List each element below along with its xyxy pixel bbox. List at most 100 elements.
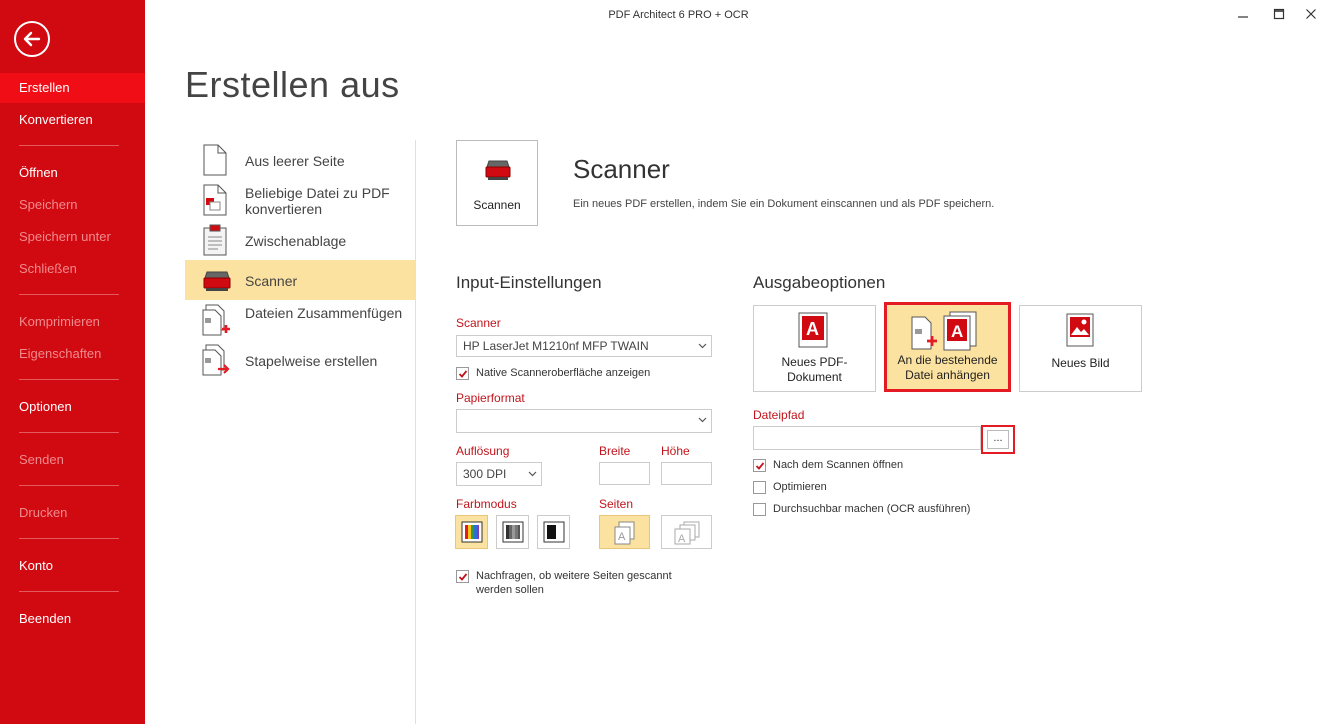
nav-divider — [19, 591, 119, 592]
sidebar: Erstellen Konvertieren Öffnen Speichern … — [0, 0, 145, 724]
blank-page-icon — [203, 144, 227, 176]
ocr-checkbox[interactable] — [753, 503, 766, 516]
minimize-icon — [1238, 16, 1248, 18]
pages-multi-button[interactable]: A — [661, 515, 712, 549]
chevron-down-icon — [528, 471, 537, 477]
title-bar: PDF Architect 6 PRO + OCR — [145, 0, 1324, 30]
nav-speichern-unter[interactable]: Speichern unter — [0, 222, 145, 252]
svg-text:A: A — [951, 322, 963, 341]
native-ui-label: Native Scanneroberfläche anzeigen — [476, 367, 651, 379]
back-button[interactable] — [14, 21, 50, 57]
merge-files-icon — [202, 304, 230, 336]
nav-drucken[interactable]: Drucken — [0, 498, 145, 528]
output-append-text: An die bestehende Datei anhängen — [897, 353, 998, 382]
ask-more-pages-label: Nachfragen, ob weitere Seiten gescannt w… — [476, 570, 672, 596]
create-item-batch-create[interactable]: Stapelweise erstellen — [185, 340, 415, 380]
nav-optionen[interactable]: Optionen — [0, 392, 145, 422]
nav-senden[interactable]: Senden — [0, 445, 145, 475]
output-append-label: An die bestehende Datei anhängen — [887, 353, 1008, 383]
native-ui-checkbox[interactable] — [456, 367, 469, 380]
create-item-clipboard[interactable]: Zwischenablage — [185, 220, 415, 260]
nav-divider — [19, 294, 119, 295]
output-new-image-label: Neues Bild — [1051, 356, 1110, 370]
column-divider — [415, 140, 416, 724]
paper-format-select[interactable] — [456, 409, 712, 433]
scanner-select[interactable]: HP LaserJet M1210nf MFP TWAIN — [456, 335, 712, 357]
open-after-scan-label: Nach dem Scannen öffnen — [773, 459, 904, 471]
create-item-blank-page[interactable]: Aus leerer Seite — [185, 140, 415, 180]
nav-speichern[interactable]: Speichern — [0, 190, 145, 220]
output-new-image-tile[interactable]: Neues Bild — [1019, 305, 1142, 392]
paper-format-label: Papierformat — [456, 391, 525, 405]
scanner-label: Scanner — [456, 316, 501, 330]
checkmark-icon — [458, 370, 468, 378]
scanner-icon — [203, 271, 231, 291]
nav-divider — [19, 538, 119, 539]
maximize-button[interactable] — [1268, 5, 1290, 23]
nav-schliessen[interactable]: Schließen — [0, 254, 145, 284]
window-title: PDF Architect 6 PRO + OCR — [608, 9, 749, 21]
scanner-select-value: HP LaserJet M1210nf MFP TWAIN — [463, 339, 649, 353]
color-mode-grayscale-button[interactable] — [496, 515, 529, 549]
input-settings-title: Input-Einstellungen — [456, 273, 602, 292]
nav-oeffnen[interactable]: Öffnen — [0, 158, 145, 188]
open-after-scan-checkbox[interactable] — [753, 459, 766, 472]
image-icon — [1066, 313, 1094, 347]
checkmark-icon — [458, 573, 468, 581]
pdf-document-icon: A — [798, 312, 828, 348]
nav-erstellen[interactable]: Erstellen — [0, 73, 145, 103]
nav-komprimieren[interactable]: Komprimieren — [0, 307, 145, 337]
output-new-pdf-label: Neues PDF-Dokument — [754, 355, 875, 385]
nav-divider — [19, 145, 119, 146]
checkmark-icon — [755, 462, 765, 470]
nav-divider — [19, 485, 119, 486]
height-input[interactable] — [661, 462, 712, 485]
create-item-label: Stapelweise erstellen — [245, 353, 378, 369]
scan-button[interactable]: Scannen — [456, 140, 538, 226]
svg-text:A: A — [678, 533, 686, 545]
create-item-scanner[interactable]: Scanner — [185, 260, 415, 300]
convert-file-icon — [203, 184, 227, 216]
scanner-description: Ein neues PDF erstellen, indem Sie ein D… — [573, 198, 995, 210]
grayscale-mode-icon — [502, 521, 524, 543]
optimize-label: Optimieren — [773, 481, 827, 493]
browse-button-label: ... — [987, 430, 1009, 449]
chevron-down-icon — [698, 343, 707, 349]
svg-text:A: A — [806, 319, 819, 339]
create-item-merge-files[interactable]: Dateien Zusammenfügen — [185, 300, 415, 340]
pages-single-button[interactable]: A — [599, 515, 650, 549]
scanner-title: Scanner — [573, 154, 670, 184]
create-item-label: Aus leerer Seite — [245, 153, 345, 169]
output-append-tile[interactable]: A An die bestehende Datei anhängen — [884, 302, 1011, 392]
clipboard-icon — [203, 224, 227, 256]
nav-beenden[interactable]: Beenden — [0, 604, 145, 634]
width-input[interactable] — [599, 462, 650, 485]
page-title: Erstellen aus — [185, 64, 400, 105]
minimize-button[interactable] — [1232, 5, 1254, 23]
create-item-label: Dateien Zusammenfügen — [245, 305, 403, 321]
nav-eigenschaften[interactable]: Eigenschaften — [0, 339, 145, 369]
nav-konvertieren[interactable]: Konvertieren — [0, 105, 145, 135]
color-mode-icon — [461, 521, 483, 543]
ocr-label: Durchsuchbar machen (OCR ausführen) — [773, 503, 971, 515]
filepath-input[interactable] — [753, 426, 981, 450]
resolution-select[interactable]: 300 DPI — [456, 462, 542, 486]
pages-label: Seiten — [599, 497, 634, 511]
output-new-pdf-tile[interactable]: A Neues PDF-Dokument — [753, 305, 876, 392]
optimize-checkbox[interactable] — [753, 481, 766, 494]
multi-page-icon: A — [674, 521, 700, 545]
browse-button[interactable]: ... — [981, 425, 1015, 454]
create-item-label: Beliebige Datei zu PDF konvertieren — [245, 185, 390, 217]
color-mode-color-button[interactable] — [455, 515, 488, 549]
filepath-label: Dateipfad — [753, 408, 805, 422]
nav-konto[interactable]: Konto — [0, 551, 145, 581]
create-item-convert-file[interactable]: Beliebige Datei zu PDF konvertieren — [185, 180, 415, 220]
resolution-label: Auflösung — [456, 444, 510, 458]
output-options-title: Ausgabeoptionen — [753, 273, 886, 292]
scan-button-label: Scannen — [473, 198, 521, 212]
color-mode-bw-button[interactable] — [537, 515, 570, 549]
close-button[interactable] — [1300, 5, 1322, 23]
height-label: Höhe — [661, 444, 690, 458]
resolution-value: 300 DPI — [463, 467, 507, 481]
ask-more-pages-checkbox[interactable] — [456, 570, 469, 583]
